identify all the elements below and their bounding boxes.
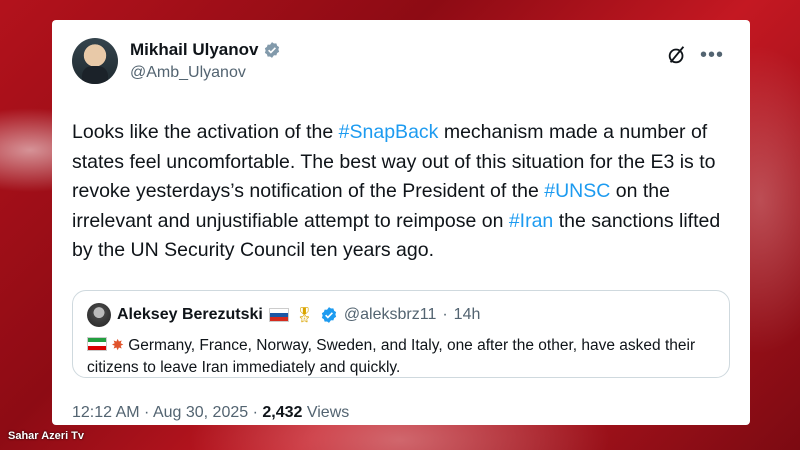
quote-separator: · bbox=[442, 305, 448, 323]
author-name[interactable]: Mikhail Ulyanov bbox=[130, 40, 258, 60]
verified-badge-icon bbox=[321, 306, 337, 323]
tweet-timestamp[interactable]: 12:12 AM · Aug 30, 2025 · bbox=[72, 404, 262, 421]
hashtag-snapback[interactable]: #SnapBack bbox=[339, 121, 439, 143]
hashtag-unsc[interactable]: #UNSC bbox=[544, 180, 610, 202]
medal-icon: 🎖 bbox=[294, 306, 314, 324]
quote-header: Aleksey Berezutski 🎖 @aleksbrz11 · 14h bbox=[87, 302, 715, 327]
tweet-card: Mikhail Ulyanov @Amb_Ulyanov ••• Looks l… bbox=[52, 20, 750, 425]
author-name-row[interactable]: Mikhail Ulyanov bbox=[130, 40, 281, 60]
russia-flag-icon bbox=[268, 307, 289, 322]
views-label: Views bbox=[302, 403, 350, 421]
verified-badge-icon bbox=[265, 42, 280, 58]
author-info: Mikhail Ulyanov @Amb_Ulyanov bbox=[130, 40, 281, 82]
quote-author-name[interactable]: Aleksey Berezutski bbox=[117, 306, 263, 324]
tweet-text: Looks like the activation of the #SnapBa… bbox=[72, 118, 730, 266]
x-logo-icon[interactable] bbox=[666, 44, 688, 66]
hashtag-iran[interactable]: #Iran bbox=[509, 210, 553, 232]
top-actions: ••• bbox=[666, 44, 724, 66]
tweet-header: Mikhail Ulyanov @Amb_Ulyanov ••• bbox=[72, 38, 730, 92]
tweet-text-part: Looks like the activation of the bbox=[72, 121, 339, 143]
tweet-meta: 12:12 AM · Aug 30, 2025 · 2,432 Views bbox=[72, 404, 730, 422]
more-options-icon[interactable]: ••• bbox=[700, 45, 724, 65]
quote-text: ✸ Germany, France, Norway, Sweden, and I… bbox=[87, 335, 715, 379]
views-count: 2,432 bbox=[262, 403, 303, 421]
quote-body: Germany, France, Norway, Sweden, and Ita… bbox=[87, 336, 696, 376]
explosion-icon: ✸ bbox=[111, 336, 124, 354]
quote-time[interactable]: 14h bbox=[454, 306, 481, 324]
quote-author-handle[interactable]: @aleksbrz11 bbox=[344, 306, 436, 324]
author-avatar[interactable] bbox=[72, 38, 118, 84]
author-handle[interactable]: @Amb_Ulyanov bbox=[130, 64, 281, 82]
iran-flag-icon bbox=[87, 336, 107, 351]
quote-author-avatar[interactable] bbox=[87, 302, 111, 327]
channel-watermark: Sahar Azeri Tv bbox=[8, 430, 85, 442]
quoted-tweet[interactable]: Aleksey Berezutski 🎖 @aleksbrz11 · 14h ✸… bbox=[72, 289, 730, 379]
